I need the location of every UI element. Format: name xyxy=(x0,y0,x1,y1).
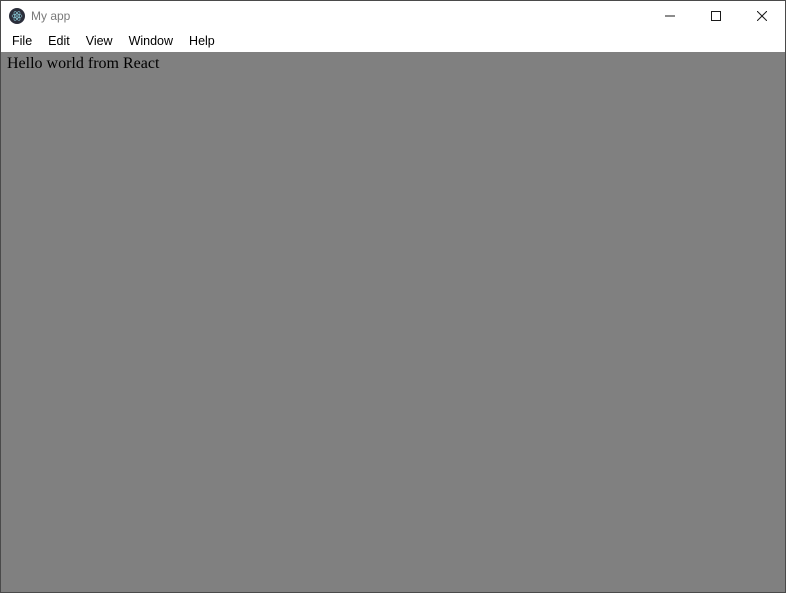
menu-view[interactable]: View xyxy=(79,32,120,50)
content-message: Hello world from React xyxy=(7,55,159,72)
content-area: Hello world from React xyxy=(1,52,785,592)
menu-edit[interactable]: Edit xyxy=(41,32,77,50)
menubar: File Edit View Window Help xyxy=(1,31,785,52)
window-title: My app xyxy=(31,9,647,23)
minimize-button[interactable] xyxy=(647,1,693,31)
menu-window[interactable]: Window xyxy=(122,32,180,50)
minimize-icon xyxy=(665,11,675,21)
menu-help[interactable]: Help xyxy=(182,32,222,50)
menu-file[interactable]: File xyxy=(5,32,39,50)
maximize-icon xyxy=(711,11,721,21)
titlebar: My app xyxy=(1,1,785,31)
close-button[interactable] xyxy=(739,1,785,31)
maximize-button[interactable] xyxy=(693,1,739,31)
electron-icon xyxy=(9,8,25,24)
close-icon xyxy=(757,11,767,21)
window-controls xyxy=(647,1,785,31)
